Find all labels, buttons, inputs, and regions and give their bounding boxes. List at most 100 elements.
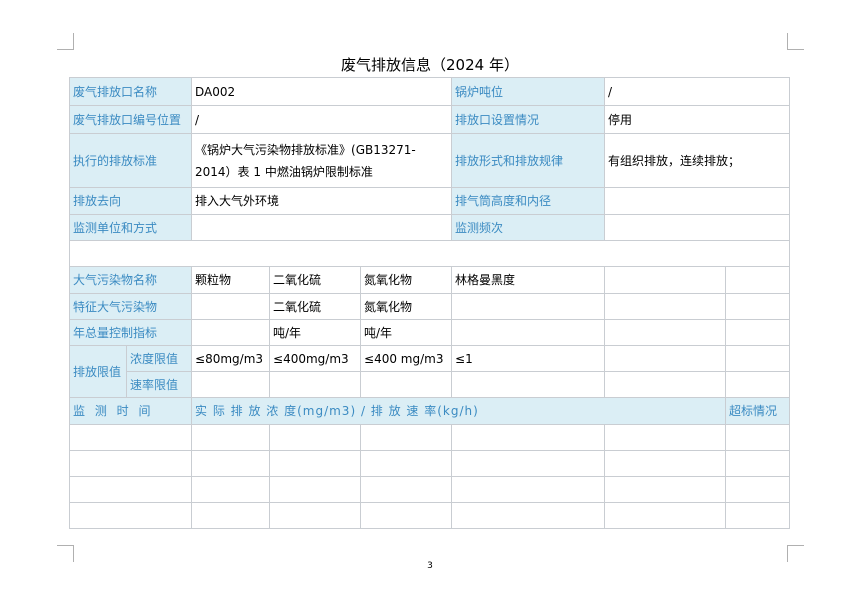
monitoring-time-label: 监 测 时 间 [68,397,193,425]
annual-control-label: 年总量控制指标 [68,319,193,346]
empty-cell[interactable] [604,266,727,294]
empty-cell[interactable] [360,450,453,477]
outlet-name-value[interactable]: DA002 [191,77,453,106]
empty-cell[interactable] [360,502,453,529]
empty-cell[interactable] [604,424,727,451]
table-row: 速率限值 [70,371,791,398]
table-row: 监测单位和方式 监测频次 [68,214,791,241]
empty-cell[interactable] [360,476,453,503]
pollutant-name-cell[interactable]: 林格曼黑度 [451,266,606,294]
monitoring-row [68,450,791,477]
monitoring-row [68,476,791,503]
standard-value[interactable]: 《锅炉大气污染物排放标准》(GB13271-2014）表 1 中燃油锅炉限制标准 [191,133,453,188]
empty-cell[interactable] [725,450,791,477]
empty-cell[interactable] [604,293,727,320]
table-row: 排放去向 排入大气外环境 排气筒高度和内径 [68,187,791,215]
boiler-tonnage-value[interactable]: / [604,77,791,106]
outlet-setup-label: 排放口设置情况 [451,105,606,134]
empty-cell[interactable] [604,319,727,346]
pollutant-name-cell[interactable]: 氮氧化物 [360,266,453,294]
table-row: 年总量控制指标 吨/年 吨/年 [68,319,791,346]
empty-cell[interactable] [725,266,791,294]
empty-cell[interactable] [451,502,606,529]
characteristic-cell[interactable]: 二氧化硫 [269,293,362,320]
characteristic-cell[interactable] [191,293,271,320]
outlet-code-value[interactable]: / [191,105,453,134]
empty-cell[interactable] [604,345,727,372]
concentration-cell[interactable]: ≤400 mg/m3 [360,345,453,372]
empty-cell[interactable] [451,424,606,451]
empty-cell[interactable] [269,450,362,477]
crop-mark-bottom-left [57,545,74,562]
empty-cell[interactable] [451,476,606,503]
emission-form-label: 排放形式和排放规律 [451,133,606,188]
destination-label: 排放去向 [68,187,193,215]
empty-cell[interactable] [191,424,271,451]
concentration-cell[interactable]: ≤400mg/m3 [269,345,362,372]
empty-cell[interactable] [725,345,791,372]
empty-cell[interactable] [604,450,727,477]
boiler-tonnage-label: 锅炉吨位 [451,77,606,106]
stack-value[interactable] [604,187,791,215]
monitoring-header-row: 监 测 时 间 实 际 排 放 浓 度(mg/m3) / 排 放 速 率(kg/… [68,397,791,425]
exceed-label: 超标情况 [725,397,791,425]
page-number: 3 [427,561,433,571]
annual-cell[interactable] [191,319,271,346]
empty-cell[interactable] [725,476,791,503]
monitor-unit-label: 监测单位和方式 [68,214,193,241]
empty-cell[interactable] [725,371,791,398]
empty-cell[interactable] [68,450,193,477]
crop-mark-top-left [57,33,74,50]
spacer-cell [68,240,791,267]
empty-cell[interactable] [725,424,791,451]
empty-cell[interactable] [604,371,727,398]
table-row: 大气污染物名称 颗粒物 二氧化硫 氮氧化物 林格曼黑度 [68,266,791,294]
emission-limit-label: 排放限值 [69,345,127,398]
annual-cell[interactable]: 吨/年 [269,319,362,346]
pollutant-name-cell[interactable]: 颗粒物 [191,266,271,294]
empty-cell[interactable] [191,476,271,503]
outlet-setup-value[interactable]: 停用 [604,105,791,134]
outlet-code-label: 废气排放口编号位置 [68,105,193,134]
crop-mark-bottom-right [787,545,804,562]
empty-cell[interactable] [269,476,362,503]
outlet-name-label: 废气排放口名称 [68,77,193,106]
document-title: 废气排放信息（2024 年） [341,56,519,74]
empty-cell[interactable] [68,502,193,529]
emission-form-value[interactable]: 有组织排放，连续排放； [604,133,791,188]
empty-cell[interactable] [68,476,193,503]
stack-label: 排气筒高度和内径 [451,187,606,215]
annual-cell[interactable] [451,319,606,346]
annual-cell[interactable]: 吨/年 [360,319,453,346]
characteristic-cell[interactable] [451,293,606,320]
empty-cell[interactable] [451,450,606,477]
monitor-frequency-value[interactable] [604,214,791,241]
empty-cell[interactable] [269,424,362,451]
empty-cell[interactable] [191,502,271,529]
empty-cell[interactable] [604,502,727,529]
empty-cell[interactable] [725,293,791,320]
empty-cell[interactable] [269,502,362,529]
rate-cell[interactable] [451,371,606,398]
emission-info-table: 废气排放口名称 DA002 锅炉吨位 / 废气排放口编号位置 / 排放口设置情况… [68,77,791,529]
concentration-cell[interactable]: ≤1 [451,345,606,372]
empty-cell[interactable] [360,424,453,451]
monitor-unit-value[interactable] [191,214,453,241]
empty-cell[interactable] [604,476,727,503]
empty-cell[interactable] [725,319,791,346]
empty-cell[interactable] [725,502,791,529]
pollutant-name-cell[interactable]: 二氧化硫 [269,266,362,294]
pollutant-name-label: 大气污染物名称 [68,266,193,294]
empty-cell[interactable] [68,424,193,451]
rate-cell[interactable] [191,371,271,398]
concentration-cell[interactable]: ≤80mg/m3 [191,345,271,372]
destination-value[interactable]: 排入大气外环境 [191,187,453,215]
rate-cell[interactable] [269,371,362,398]
monitor-frequency-label: 监测频次 [451,214,606,241]
rate-limit-label: 速率限值 [125,371,193,398]
empty-cell[interactable] [191,450,271,477]
monitoring-row [68,424,791,451]
characteristic-cell[interactable]: 氮氧化物 [360,293,453,320]
rate-cell[interactable] [360,371,453,398]
spacer-row [68,240,791,267]
